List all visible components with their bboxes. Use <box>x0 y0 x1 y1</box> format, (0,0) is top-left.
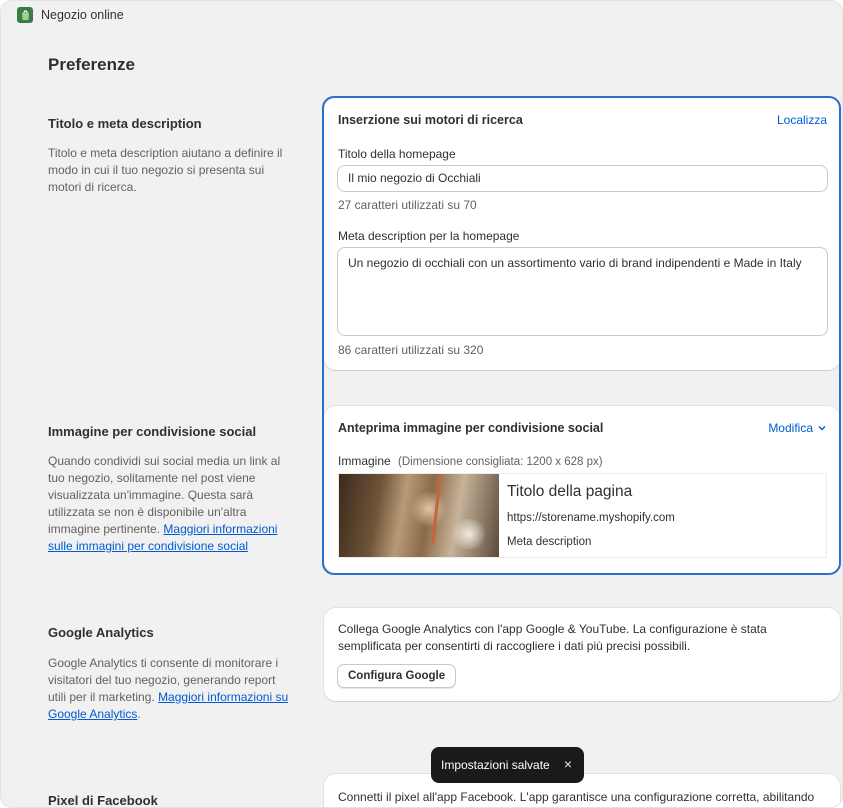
app-window: Negozio online Preferenze Titolo e meta … <box>0 0 843 808</box>
social-section-description: Quando condividi sui social media un lin… <box>48 453 293 555</box>
social-card-title: Anteprima immagine per condivisione soci… <box>338 421 604 435</box>
configure-google-button[interactable]: Configura Google <box>337 664 457 688</box>
analytics-card-text: Collega Google Analytics con l'app Googl… <box>338 622 767 653</box>
edit-link-label: Modifica <box>768 421 813 435</box>
chevron-down-icon <box>818 426 826 431</box>
analytics-section-heading: Google Analytics <box>48 625 154 640</box>
preview-description: Meta description <box>507 536 592 548</box>
homepage-title-label: Titolo della homepage <box>338 147 456 161</box>
homepage-title-input[interactable]: Il mio negozio di Occhiali <box>337 165 828 192</box>
facebook-section-heading: Pixel di Facebook <box>48 793 158 808</box>
app-title: Negozio online <box>41 8 124 22</box>
seo-card: Inserzione sui motori di ricerca Localiz… <box>324 98 840 370</box>
page-title: Preferenze <box>48 55 135 74</box>
preview-image <box>339 474 499 557</box>
analytics-card: Collega Google Analytics con l'app Googl… <box>324 608 840 701</box>
saved-toast: Impostazioni salvate × <box>431 747 584 783</box>
preview-title: Titolo della pagina <box>507 483 633 500</box>
preview-text: Titolo della pagina https://storename.my… <box>499 474 826 557</box>
toast-message: Impostazioni salvate <box>441 758 550 772</box>
meta-description-count: 86 caratteri utilizzati su 320 <box>338 343 484 357</box>
analytics-description-suffix: . <box>137 707 141 721</box>
seo-card-title: Inserzione sui motori di ricerca <box>338 113 523 127</box>
meta-description-textarea[interactable]: Un negozio di occhiali con un assortimen… <box>337 247 828 336</box>
title-bar: Negozio online <box>1 1 842 29</box>
analytics-section-description: Google Analytics ti consente di monitora… <box>48 655 293 723</box>
homepage-title-count: 27 caratteri utilizzati su 70 <box>338 198 477 212</box>
preview-url: https://storename.myshopify.com <box>507 512 675 524</box>
social-preview: Titolo della pagina https://storename.my… <box>338 473 827 558</box>
facebook-card-text: Connetti il pixel all'app Facebook. L'ap… <box>338 790 815 804</box>
edit-dropdown-link[interactable]: Modifica <box>768 421 827 435</box>
shopify-bag-icon <box>17 7 33 23</box>
localize-link[interactable]: Localizza <box>777 113 827 127</box>
social-section-heading: Immagine per condivisione social <box>48 424 257 439</box>
seo-section-description: Titolo e meta description aiutano a defi… <box>48 146 283 194</box>
close-icon[interactable]: × <box>564 756 572 772</box>
image-label-row: Immagine (Dimensione consigliata: 1200 x… <box>338 454 603 468</box>
social-card: Anteprima immagine per condivisione soci… <box>324 406 840 573</box>
image-label: Immagine <box>338 454 391 468</box>
meta-description-label: Meta description per la homepage <box>338 229 520 243</box>
image-size-hint: (Dimensione consigliata: 1200 x 628 px) <box>398 456 603 468</box>
seo-section-heading: Titolo e meta description <box>48 116 202 131</box>
